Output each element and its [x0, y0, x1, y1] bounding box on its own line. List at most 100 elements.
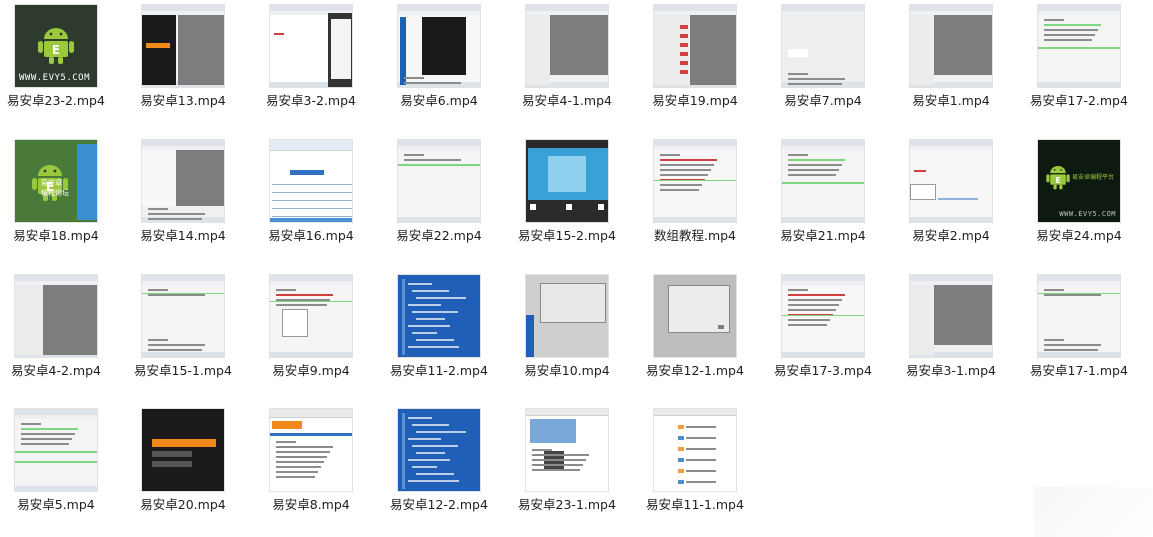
file-item[interactable]: 易安卓8.mp4: [255, 404, 383, 528]
file-item[interactable]: 易安卓11-1.mp4: [639, 404, 767, 528]
file-item[interactable]: 易安卓4-1.mp4: [511, 0, 639, 124]
video-thumbnail[interactable]: E 易安卓 编程论坛: [14, 139, 98, 223]
file-item[interactable]: 易安卓11-2.mp4: [383, 270, 511, 394]
file-item[interactable]: 易安卓20.mp4: [127, 404, 255, 528]
thumb-detail: [788, 319, 830, 321]
file-item[interactable]: E 易安卓编程平台 WWW.EVY5.COM 易安卓24.mp4: [1023, 135, 1151, 259]
file-item[interactable]: 易安卓22.mp4: [383, 135, 511, 259]
file-item[interactable]: 易安卓16.mp4: [255, 135, 383, 259]
side-bar: [400, 17, 406, 85]
thumb-detail: [276, 461, 324, 463]
file-item[interactable]: 易安卓21.mp4: [767, 135, 895, 259]
file-item[interactable]: 易安卓1.mp4: [895, 0, 1023, 124]
thumb-detail: [1044, 19, 1064, 21]
video-thumbnail[interactable]: [14, 274, 98, 358]
video-thumbnail[interactable]: E 易安卓编程平台 WWW.EVY5.COM: [1037, 139, 1121, 223]
file-item[interactable]: 易安卓19.mp4: [639, 0, 767, 124]
thumb-detail: [276, 289, 296, 291]
file-item[interactable]: 易安卓14.mp4: [127, 135, 255, 259]
file-item[interactable]: 易安卓12-1.mp4: [639, 270, 767, 394]
video-thumbnail[interactable]: [141, 274, 225, 358]
video-thumbnail[interactable]: [909, 4, 993, 88]
file-item[interactable]: E WWW.EVY5.COM 易安卓23-2.mp4: [0, 0, 128, 124]
page-heading: [290, 170, 324, 175]
video-thumbnail[interactable]: [909, 274, 993, 358]
video-thumbnail[interactable]: [397, 274, 481, 358]
video-thumbnail[interactable]: [781, 274, 865, 358]
video-thumbnail[interactable]: [525, 408, 609, 492]
list-text: [686, 437, 716, 439]
thumb-detail: [788, 289, 808, 291]
video-thumbnail[interactable]: [397, 139, 481, 223]
thumb-detail: [21, 433, 75, 435]
thumb-detail: [788, 154, 808, 156]
thumb-detail: [276, 446, 333, 448]
video-thumbnail[interactable]: [653, 4, 737, 88]
code-line: [416, 297, 466, 299]
video-thumbnail[interactable]: [781, 4, 865, 88]
video-thumbnail[interactable]: [14, 408, 98, 492]
thumb-detail: [1044, 349, 1098, 351]
file-item[interactable]: 易安卓15-2.mp4: [511, 135, 639, 259]
file-item[interactable]: 易安卓9.mp4: [255, 270, 383, 394]
video-thumbnail[interactable]: [909, 139, 993, 223]
video-thumbnail[interactable]: [525, 139, 609, 223]
code-line: [408, 325, 450, 327]
thumb-detail: [404, 159, 461, 161]
properties-panel: [526, 15, 550, 85]
file-item[interactable]: 易安卓2.mp4: [895, 135, 1023, 259]
file-item[interactable]: 易安卓13.mp4: [127, 0, 255, 124]
thumb-detail: [1044, 294, 1101, 296]
status-bar: [654, 217, 736, 222]
video-thumbnail[interactable]: [1037, 4, 1121, 88]
video-thumbnail[interactable]: E WWW.EVY5.COM: [14, 4, 98, 88]
video-thumbnail[interactable]: [269, 408, 353, 492]
file-item[interactable]: 易安卓23-1.mp4: [511, 404, 639, 528]
video-thumbnail[interactable]: [525, 4, 609, 88]
code-line: [412, 466, 437, 468]
video-thumbnail[interactable]: [141, 139, 225, 223]
file-name-label: 数组教程.mp4: [653, 228, 737, 243]
file-item[interactable]: 易安卓17-1.mp4: [1023, 270, 1151, 394]
file-item[interactable]: 易安卓3-2.mp4: [255, 0, 383, 124]
file-item[interactable]: E 易安卓 编程论坛 易安卓18.mp4: [0, 135, 128, 259]
file-item[interactable]: 易安卓15-1.mp4: [127, 270, 255, 394]
site-logo: [272, 421, 302, 429]
logo-text: WWW.EVY5.COM: [19, 73, 91, 83]
thumb-detail: [788, 73, 808, 75]
file-name-label: 易安卓11-2.mp4: [390, 363, 488, 378]
page-row: [272, 184, 352, 185]
file-name-label: 易安卓8.mp4: [272, 497, 350, 512]
work-area: [934, 15, 992, 75]
video-thumbnail[interactable]: [1037, 274, 1121, 358]
video-thumbnail[interactable]: [781, 139, 865, 223]
file-item[interactable]: 数组教程.mp4: [639, 135, 767, 259]
file-item[interactable]: 易安卓10.mp4: [511, 270, 639, 394]
file-item[interactable]: 易安卓17-2.mp4: [1023, 0, 1151, 124]
video-thumbnail[interactable]: [269, 4, 353, 88]
video-thumbnail[interactable]: [269, 139, 353, 223]
file-item[interactable]: 易安卓5.mp4: [0, 404, 128, 528]
file-item[interactable]: 易安卓6.mp4: [383, 0, 511, 124]
status-bar: [1038, 82, 1120, 87]
video-thumbnail[interactable]: [653, 274, 737, 358]
thumb-detail: [404, 77, 424, 79]
video-thumbnail[interactable]: [141, 4, 225, 88]
video-thumbnail[interactable]: [397, 408, 481, 492]
video-thumbnail[interactable]: [397, 4, 481, 88]
file-item[interactable]: 易安卓3-1.mp4: [895, 270, 1023, 394]
video-thumbnail[interactable]: [525, 274, 609, 358]
file-item[interactable]: 易安卓4-2.mp4: [0, 270, 128, 394]
window: [540, 283, 606, 323]
file-name-label: 易安卓19.mp4: [652, 93, 738, 108]
file-item[interactable]: 易安卓7.mp4: [767, 0, 895, 124]
video-thumbnail[interactable]: [653, 139, 737, 223]
video-thumbnail[interactable]: [141, 408, 225, 492]
file-item[interactable]: 易安卓12-2.mp4: [383, 404, 511, 528]
video-thumbnail[interactable]: [269, 274, 353, 358]
thumb-detail: [148, 208, 168, 210]
video-thumbnail[interactable]: [653, 408, 737, 492]
file-item[interactable]: 易安卓17-3.mp4: [767, 270, 895, 394]
thumb-detail: [1044, 39, 1092, 41]
thumb-detail: [660, 174, 708, 176]
